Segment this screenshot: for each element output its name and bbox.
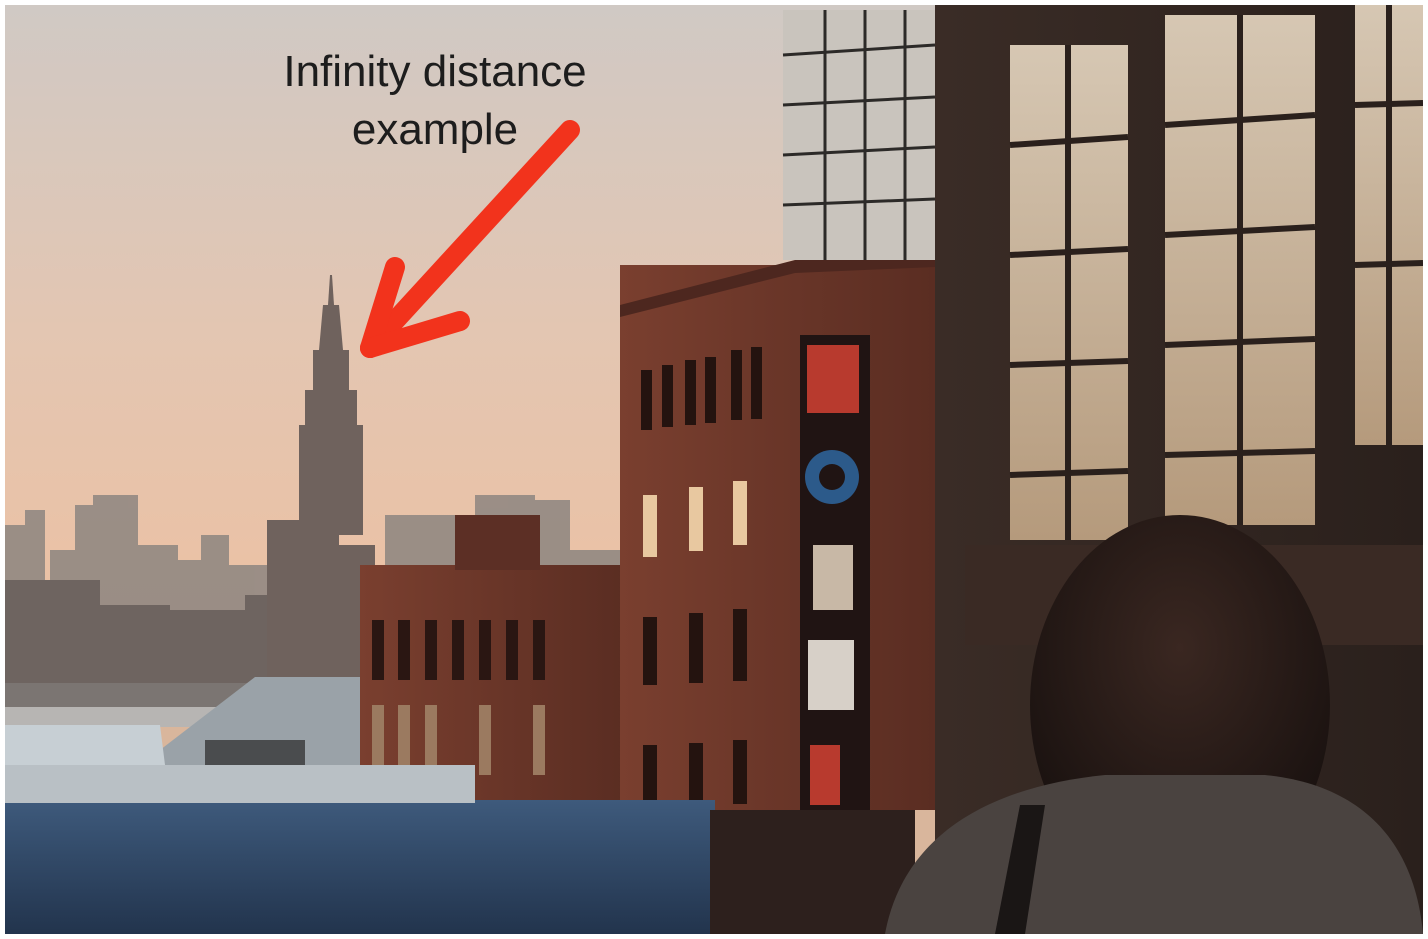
caption-line-2: example xyxy=(351,105,519,154)
caption-line-1: Infinity distance xyxy=(283,47,587,96)
blue-wall xyxy=(5,800,715,934)
city-scene xyxy=(5,5,1423,934)
photo: Infinity distance example xyxy=(5,5,1423,934)
brick-hotel-building xyxy=(620,265,935,810)
annotation-caption: Infinity distance example xyxy=(235,43,635,159)
hotel-sign xyxy=(800,335,870,810)
